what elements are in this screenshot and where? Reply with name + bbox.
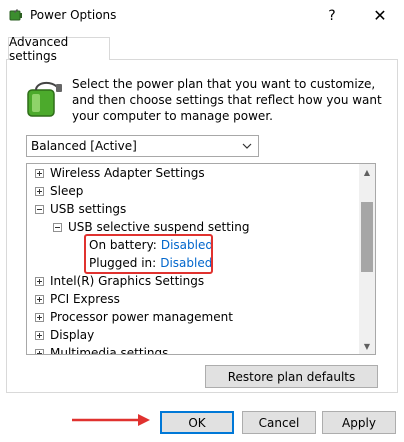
scrollbar-thumb[interactable]	[361, 202, 373, 272]
expand-plus-icon[interactable]	[35, 348, 44, 354]
power-plan-dropdown[interactable]: Balanced [Active]	[26, 135, 259, 157]
expand-plus-icon[interactable]	[35, 330, 44, 340]
tree-item-label: PCI Express	[50, 292, 120, 306]
collapse-minus-icon[interactable]	[35, 204, 44, 214]
tree-item-pci-express[interactable]: PCI Express	[35, 290, 120, 308]
expand-plus-icon[interactable]	[35, 312, 44, 322]
chevron-down-icon	[242, 143, 252, 149]
tree-item-processor-power[interactable]: Processor power management	[35, 308, 233, 326]
window-title: Power Options	[30, 8, 117, 22]
settings-tree[interactable]: Wireless Adapter Settings Sleep USB sett…	[26, 163, 376, 355]
scroll-down-arrow-icon[interactable]: ▼	[359, 338, 375, 354]
tree-item-multimedia[interactable]: Multimedia settings	[35, 344, 169, 355]
tree-item-label: Intel(R) Graphics Settings	[50, 274, 205, 288]
tree-item-usb-settings[interactable]: USB settings	[35, 200, 126, 218]
tree-item-display[interactable]: Display	[35, 326, 94, 344]
expand-plus-icon[interactable]	[35, 168, 44, 178]
help-button[interactable]: ?	[312, 0, 352, 31]
highlight-annotation-box	[84, 234, 213, 274]
ok-button[interactable]: OK	[160, 411, 234, 434]
tree-item-intel-graphics[interactable]: Intel(R) Graphics Settings	[35, 272, 204, 290]
vertical-scrollbar[interactable]: ▲ ▼	[359, 164, 375, 354]
tree-item-label: Processor power management	[50, 310, 233, 324]
cancel-button[interactable]: Cancel	[242, 411, 316, 434]
expand-plus-icon[interactable]	[35, 294, 44, 304]
tree-item-sleep[interactable]: Sleep	[35, 182, 83, 200]
arrow-annotation-icon	[72, 414, 150, 426]
tab-advanced-settings[interactable]: Advanced settings	[8, 35, 110, 63]
battery-icon	[27, 82, 62, 117]
power-plan-value: Balanced [Active]	[31, 139, 137, 153]
scroll-up-arrow-icon[interactable]: ▲	[359, 164, 375, 180]
title-bar: Power Options ? ✕	[0, 0, 404, 31]
collapse-minus-icon[interactable]	[53, 222, 62, 232]
tree-item-label: Display	[50, 328, 95, 342]
tree-item-label: Wireless Adapter Settings	[50, 166, 205, 180]
expand-plus-icon[interactable]	[35, 276, 44, 286]
tree-item-label: USB settings	[50, 202, 127, 216]
close-button[interactable]: ✕	[360, 0, 400, 31]
tree-item-label: USB selective suspend setting	[68, 220, 250, 234]
description-text: Select the power plan that you want to c…	[72, 77, 382, 123]
tree-item-label: Multimedia settings	[50, 346, 169, 355]
apply-button[interactable]: Apply	[322, 411, 396, 434]
tree-item-wireless-adapter[interactable]: Wireless Adapter Settings	[35, 164, 205, 182]
tree-item-label: Sleep	[50, 184, 84, 198]
power-options-icon	[9, 9, 22, 21]
restore-plan-defaults-button[interactable]: Restore plan defaults	[205, 365, 378, 388]
expand-plus-icon[interactable]	[35, 186, 44, 196]
